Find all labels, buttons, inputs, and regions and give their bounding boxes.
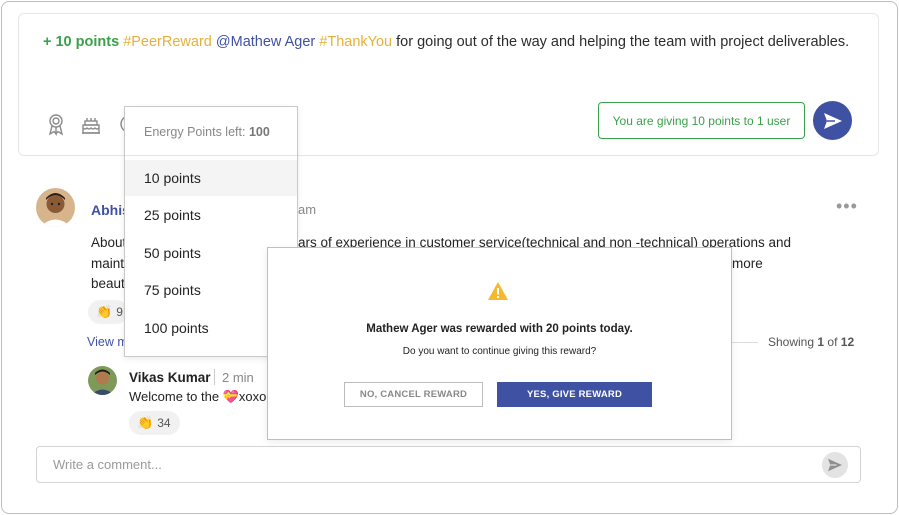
post-time: am	[298, 202, 317, 217]
reward-confirm-dialog: Mathew Ager was rewarded with 20 points …	[267, 247, 732, 440]
mention-user: @Mathew Ager	[215, 34, 316, 50]
clap-icon: 👏	[96, 304, 113, 319]
award-icon[interactable]	[45, 112, 69, 136]
points-amount: + 10 points	[43, 34, 120, 50]
avatar[interactable]	[36, 188, 75, 227]
giving-summary-button[interactable]: You are giving 10 points to 1 user	[598, 102, 805, 139]
divider	[125, 155, 297, 156]
hashtag-peer-reward: #PeerReward	[123, 34, 212, 50]
comment-box	[36, 446, 861, 483]
send-icon	[823, 112, 842, 129]
clap-icon: 👏	[137, 415, 154, 430]
reply-text: Welcome to the 💝xoxo	[129, 389, 267, 404]
hashtag-thank-you: #ThankYou	[319, 34, 393, 50]
points-option-25[interactable]: 25 points	[125, 197, 297, 233]
reply-author[interactable]: Vikas Kumar	[129, 370, 211, 385]
clap-count: 9	[116, 305, 123, 319]
reply-avatar[interactable]	[88, 366, 117, 395]
pagination-status: Showing 1 of 12	[768, 335, 855, 349]
dialog-subtitle: Do you want to continue giving this rewa…	[402, 346, 597, 357]
comment-input[interactable]	[37, 447, 807, 482]
post-text-line-2-tail: more	[732, 256, 763, 271]
more-options-icon[interactable]: •••	[836, 196, 858, 217]
comment-send-button[interactable]	[822, 452, 848, 478]
dialog-title: Mathew Ager was rewarded with 20 points …	[366, 323, 633, 335]
cake-icon[interactable]	[79, 112, 103, 136]
reply-time: 2 min	[222, 370, 254, 385]
post-text-line-2: maint	[91, 256, 125, 271]
divider	[732, 342, 758, 343]
points-option-10[interactable]: 10 points	[125, 160, 297, 196]
post-text-line-3: beaut	[91, 276, 125, 291]
warning-icon	[488, 282, 508, 300]
clap-count: 34	[157, 416, 171, 430]
post-text-line-1: About	[91, 235, 127, 250]
clap-reaction-button[interactable]: 👏 9	[88, 300, 128, 324]
reply-clap-button[interactable]: 👏 34	[129, 411, 180, 435]
send-reward-button[interactable]	[813, 101, 852, 140]
composer-message[interactable]: + 10 points #PeerReward @Mathew Ager #Th…	[43, 34, 849, 50]
cancel-reward-button[interactable]: NO, CANCEL REWARD	[344, 382, 483, 407]
view-more-link[interactable]: View m	[87, 335, 128, 349]
give-reward-button[interactable]: YES, GIVE REWARD	[497, 382, 652, 407]
energy-points-left: Energy Points left: 100	[144, 125, 270, 139]
divider	[214, 369, 215, 385]
send-icon	[828, 458, 842, 472]
message-text: for going out of the way and helping the…	[396, 34, 850, 50]
